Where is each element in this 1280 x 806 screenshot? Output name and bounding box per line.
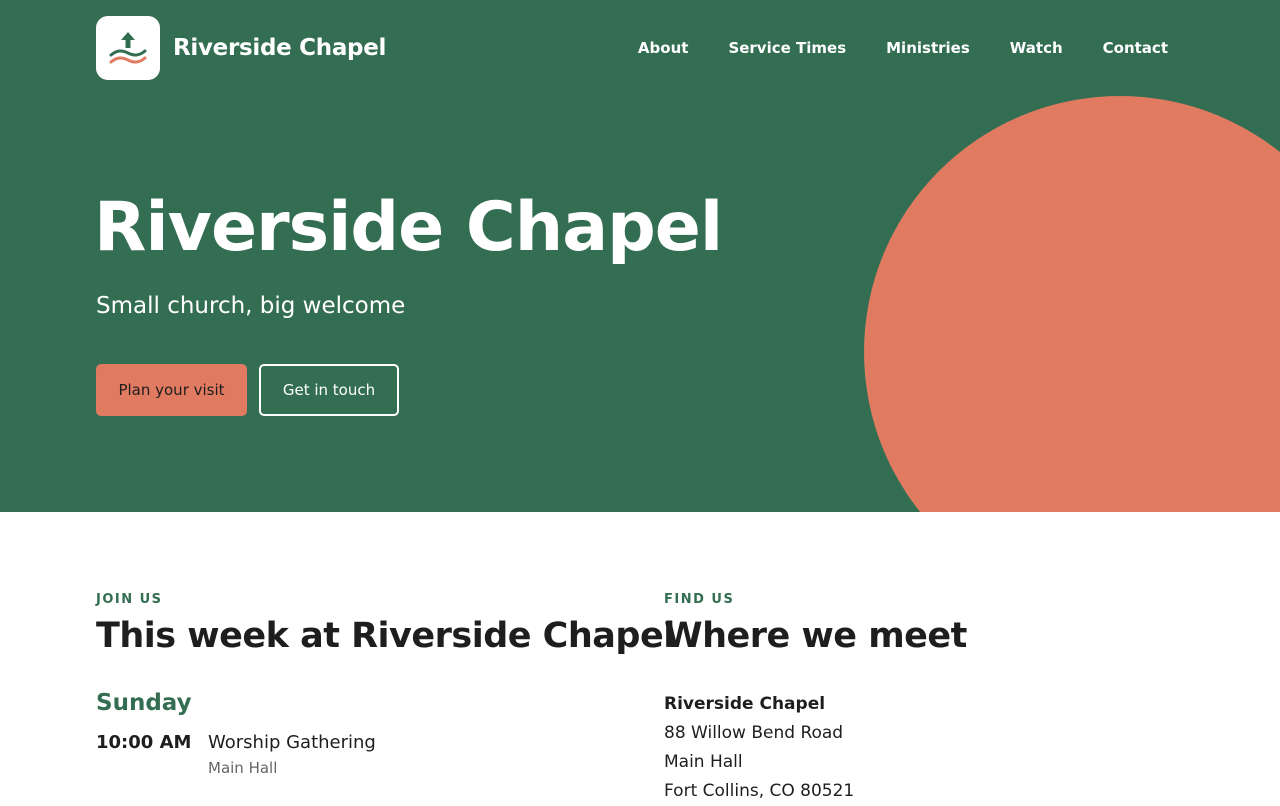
day-heading: Sunday [96,690,192,716]
event-location: Main Hall [208,759,278,777]
nav-links: About Service Times Ministries Watch Con… [638,39,1168,57]
address-street: 88 Willow Bend Road [664,723,844,743]
address-room: Main Hall [664,752,743,772]
address-block: Riverside Chapel 88 Willow Bend Road Mai… [664,690,1164,806]
nav-ministries[interactable]: Ministries [886,39,970,57]
address-venue: Riverside Chapel [664,694,826,714]
plan-visit-button[interactable]: Plan your visit [96,364,247,416]
hero-section: Riverside Chapel About Service Times Min… [0,0,1280,512]
location-eyebrow: FIND US [664,592,735,607]
event-time: 10:00 AM [96,732,192,753]
nav-service-times[interactable]: Service Times [728,39,846,57]
info-section: JOIN US This week at Riverside Chapel Su… [0,512,1280,801]
event-item: 10:00 AM Worship Gathering Main Hall [96,732,636,777]
river-arrow-logo-icon [96,16,160,80]
nav-about[interactable]: About [638,39,689,57]
brand-home-link[interactable]: Riverside Chapel [96,16,386,80]
brand-name: Riverside Chapel [173,35,387,61]
get-in-touch-button[interactable]: Get in touch [259,364,399,416]
location-column: FIND US Where we meet Riverside Chapel 8… [664,592,1164,806]
event-details: Worship Gathering Main Hall [208,732,376,777]
hero-title: Riverside Chapel [94,188,723,267]
schedule-title: This week at Riverside Chapel [96,616,675,656]
decorative-circle [864,96,1280,512]
schedule-column: JOIN US This week at Riverside Chapel Su… [96,592,675,777]
nav-watch[interactable]: Watch [1010,39,1063,57]
event-name: Worship Gathering [208,732,376,753]
nav-contact[interactable]: Contact [1103,39,1168,57]
hero-actions: Plan your visit Get in touch [96,364,399,416]
hero-subtitle: Small church, big welcome [96,293,406,319]
location-title: Where we meet [664,616,967,656]
address-city: Fort Collins, CO 80521 [664,781,855,801]
top-navigation: Riverside Chapel About Service Times Min… [96,16,1168,80]
schedule-eyebrow: JOIN US [96,592,163,607]
